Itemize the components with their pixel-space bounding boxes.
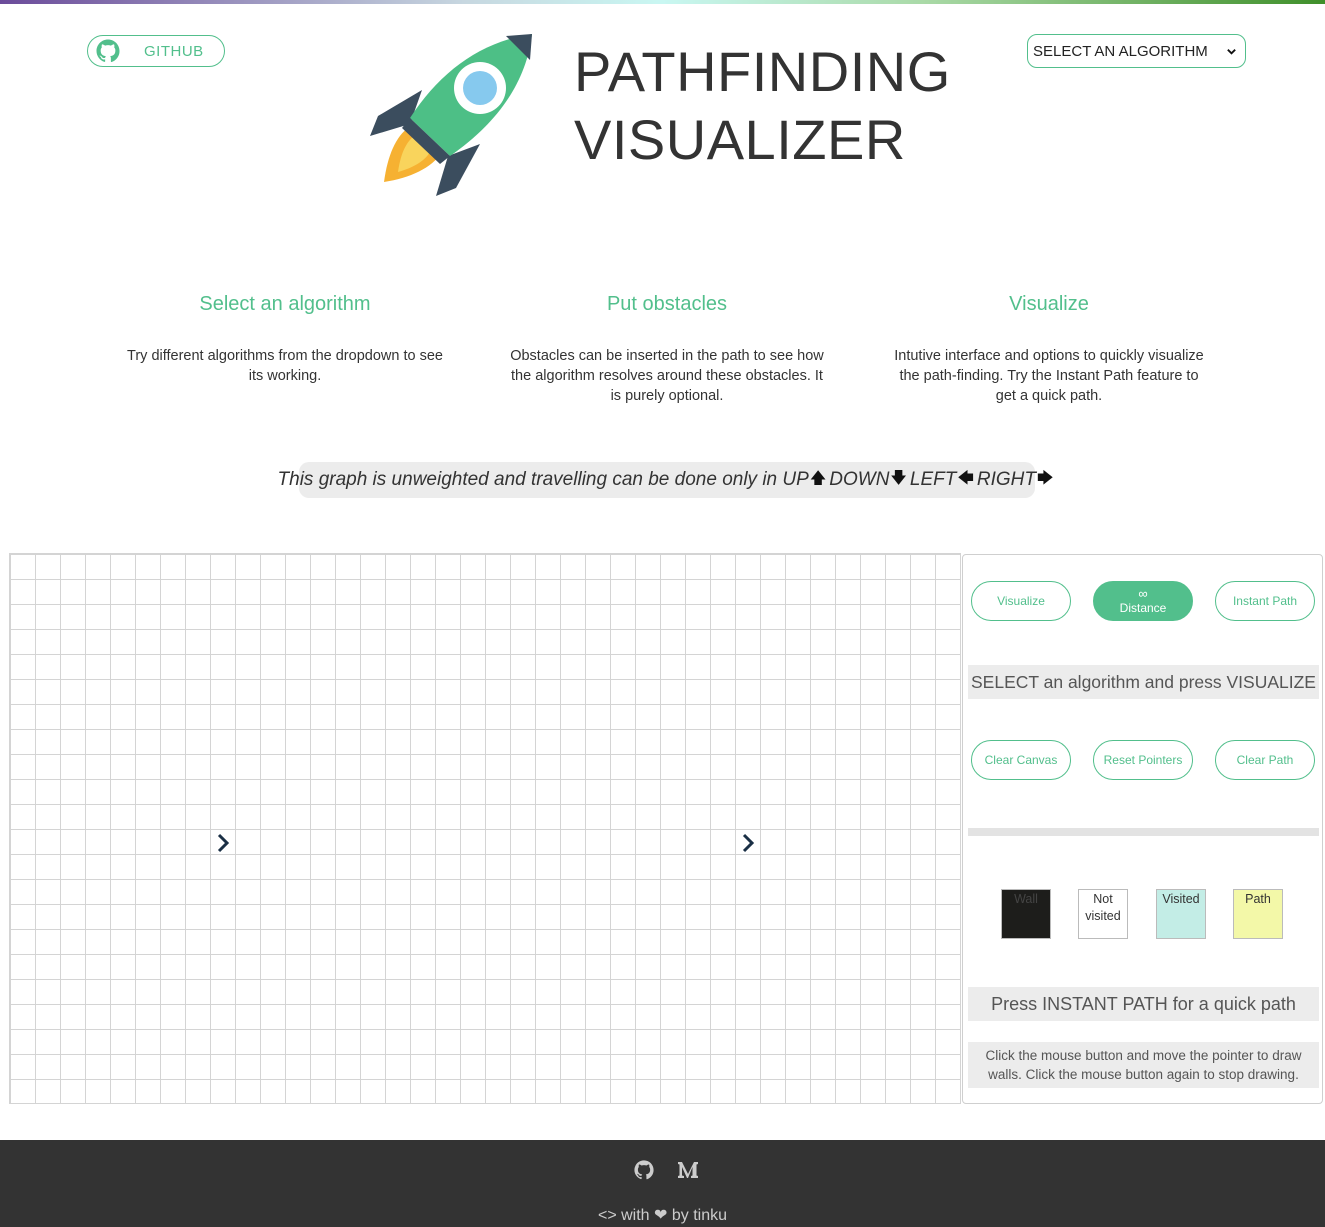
feature-text: Try different algorithms from the dropdo… — [127, 348, 443, 384]
legend-not-visited: Not visited — [1078, 889, 1128, 939]
algorithm-select-value: SELECT AN ALGORITHM — [1033, 42, 1208, 60]
feature-select-algorithm: Select an algorithm Try different algori… — [125, 293, 445, 386]
arrow-down-icon: 🡇 — [890, 469, 907, 487]
instant-path-button[interactable]: Instant Path — [1215, 581, 1315, 621]
pathfinding-grid[interactable] — [9, 553, 961, 1104]
legend-path: Path — [1233, 889, 1283, 939]
feature-visualize: Visualize Intutive interface and options… — [889, 293, 1209, 406]
credit-with: with — [621, 1207, 650, 1224]
feature-title: Visualize — [1009, 293, 1089, 315]
end-pointer-icon[interactable] — [741, 833, 755, 853]
top-gradient-bar — [0, 0, 1325, 4]
page-title: PATHFINDING VISUALIZER — [574, 38, 951, 174]
legend-wall: Wall — [1001, 889, 1051, 939]
heart-icon: ❤ — [654, 1207, 668, 1224]
status-message: SELECT an algorithm and press VISUALIZE — [968, 665, 1319, 699]
panel-divider — [968, 828, 1319, 836]
code-icon: <> — [597, 1207, 617, 1224]
medium-icon[interactable] — [678, 1161, 698, 1179]
draw-hint: Click the mouse button and move the poin… — [968, 1042, 1319, 1088]
feature-put-obstacles: Put obstacles Obstacles can be inserted … — [507, 293, 827, 406]
rocket-logo — [370, 34, 532, 196]
distance-value: ∞ — [1138, 586, 1148, 601]
algorithm-select[interactable]: SELECT AN ALGORITHM — [1027, 34, 1246, 68]
title-line-2: VISUALIZER — [574, 108, 906, 171]
feature-title: Put obstacles — [606, 293, 728, 315]
note-left: LEFT — [909, 469, 957, 490]
github-icon[interactable] — [634, 1160, 654, 1180]
footer-icons — [634, 1160, 698, 1180]
note-down: DOWN — [829, 469, 890, 490]
title-line-1: PATHFINDING — [574, 40, 951, 103]
arrow-up-icon: 🡅 — [809, 469, 827, 487]
start-pointer-icon[interactable] — [216, 833, 230, 853]
note-up: UP — [782, 469, 809, 490]
footer: <> with ❤ by tinku — [0, 1140, 1325, 1227]
note-right: RIGHT — [976, 469, 1036, 490]
reset-pointers-button[interactable]: Reset Pointers — [1093, 740, 1193, 780]
feature-text: Intutive interface and options to quickl… — [894, 348, 1204, 404]
feature-text: Obstacles can be inserted in the path to… — [510, 348, 824, 404]
arrow-right-icon: 🡆 — [1036, 469, 1054, 487]
note-text: This graph is unweighted and travelling … — [277, 469, 778, 490]
github-icon — [96, 39, 120, 63]
github-button[interactable]: GITHUB — [87, 35, 225, 67]
chevron-down-icon — [1227, 48, 1236, 55]
visualize-button[interactable]: Visualize — [971, 581, 1071, 621]
feature-title: Select an algorithm — [199, 293, 371, 315]
arrow-left-icon: 🡄 — [957, 469, 974, 487]
distance-display: ∞ Distance — [1093, 581, 1193, 621]
credit-by: by tinku — [671, 1207, 728, 1224]
graph-note: This graph is unweighted and travelling … — [278, 462, 1054, 498]
github-label: GITHUB — [144, 42, 204, 60]
clear-path-button[interactable]: Clear Path — [1215, 740, 1315, 780]
control-panel: Visualize ∞ Distance Instant Path SELECT… — [962, 554, 1323, 1104]
instant-path-hint: Press INSTANT PATH for a quick path — [968, 987, 1319, 1021]
footer-credit: <> with ❤ by tinku — [0, 1205, 1325, 1225]
distance-label: Distance — [1119, 601, 1167, 615]
legend-visited: Visited — [1156, 889, 1206, 939]
clear-canvas-button[interactable]: Clear Canvas — [971, 740, 1071, 780]
